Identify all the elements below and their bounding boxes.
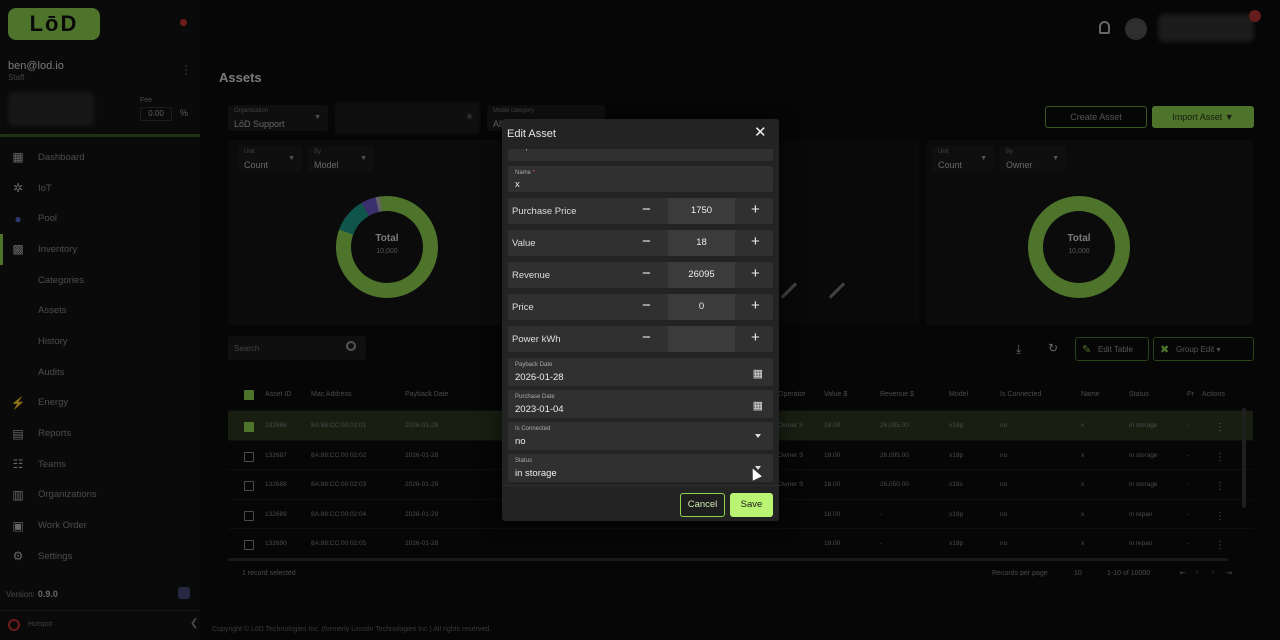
minus-icon[interactable]: −: [642, 233, 651, 251]
plus-icon[interactable]: +: [751, 265, 760, 283]
plus-icon[interactable]: +: [751, 233, 760, 251]
value-stepper: Value − 18 +: [508, 230, 773, 256]
value-label: Value: [512, 238, 536, 249]
purchase-price-input[interactable]: 1750: [668, 198, 735, 224]
plus-icon[interactable]: +: [751, 329, 760, 347]
status-value: in storage: [515, 468, 557, 479]
minus-icon[interactable]: −: [642, 265, 651, 283]
payback-date-value: 2026-01-28: [515, 372, 564, 383]
purchase-price-label: Purchase Price: [512, 206, 577, 217]
partial-field-value: stop: [515, 149, 530, 151]
required-mark: *: [532, 170, 536, 176]
minus-icon[interactable]: −: [642, 201, 651, 219]
name-field[interactable]: Name * x: [508, 166, 773, 192]
price-label: Price: [512, 302, 534, 313]
is-connected-label: Is Connected: [515, 426, 551, 432]
cancel-button[interactable]: Cancel: [680, 493, 725, 517]
payback-date-label: Payback Date: [515, 362, 553, 368]
revenue-input[interactable]: 26095: [668, 262, 735, 288]
status-select[interactable]: Status in storage: [508, 454, 773, 482]
app-root: LōD ben@lod.io Staff ⋮ Fee 0.00 % ▦ Dashb…: [0, 0, 1280, 640]
calendar-icon[interactable]: ▦: [753, 367, 763, 380]
power-kwh-input[interactable]: [668, 326, 735, 352]
purchase-date-value: 2023-01-04: [515, 404, 564, 415]
purchase-price-stepper: Purchase Price − 1750 +: [508, 198, 773, 224]
name-field-value: x: [515, 179, 520, 190]
power-kwh-label: Power kWh: [512, 334, 561, 345]
dialog-footer: Cancel Save: [502, 485, 779, 521]
purchase-date-field[interactable]: Purchase Date 2023-01-04 ▦: [508, 390, 773, 418]
power-kwh-stepper: Power kWh − +: [508, 326, 773, 352]
plus-icon[interactable]: +: [751, 201, 760, 219]
dialog-title: Edit Asset: [507, 128, 556, 140]
payback-date-field[interactable]: Payback Date 2026-01-28 ▦: [508, 358, 773, 386]
revenue-stepper: Revenue − 26095 +: [508, 262, 773, 288]
price-input[interactable]: 0: [668, 294, 735, 320]
status-label: Status: [515, 458, 533, 464]
chevron-down-icon: [755, 434, 761, 438]
partial-field[interactable]: stop: [508, 149, 773, 161]
minus-icon[interactable]: −: [642, 329, 651, 347]
is-connected-value: no: [515, 436, 526, 447]
save-button[interactable]: Save: [730, 493, 773, 517]
revenue-label: Revenue: [512, 270, 551, 281]
minus-icon[interactable]: −: [642, 297, 651, 315]
value-input[interactable]: 18: [668, 230, 735, 256]
edit-asset-dialog: Edit Asset ✕ stop Name * x Purchase Pric…: [502, 119, 779, 521]
close-icon[interactable]: ✕: [754, 125, 767, 140]
name-field-label: Name *: [515, 170, 535, 176]
is-connected-select[interactable]: Is Connected no: [508, 422, 773, 450]
price-stepper: Price − 0 +: [508, 294, 773, 320]
calendar-icon[interactable]: ▦: [753, 399, 763, 412]
name-label-text: Name: [515, 170, 532, 176]
plus-icon[interactable]: +: [751, 297, 760, 315]
purchase-date-label: Purchase Date: [515, 394, 555, 400]
dialog-body: stop Name * x Purchase Price − 1750 + Va…: [502, 149, 779, 485]
